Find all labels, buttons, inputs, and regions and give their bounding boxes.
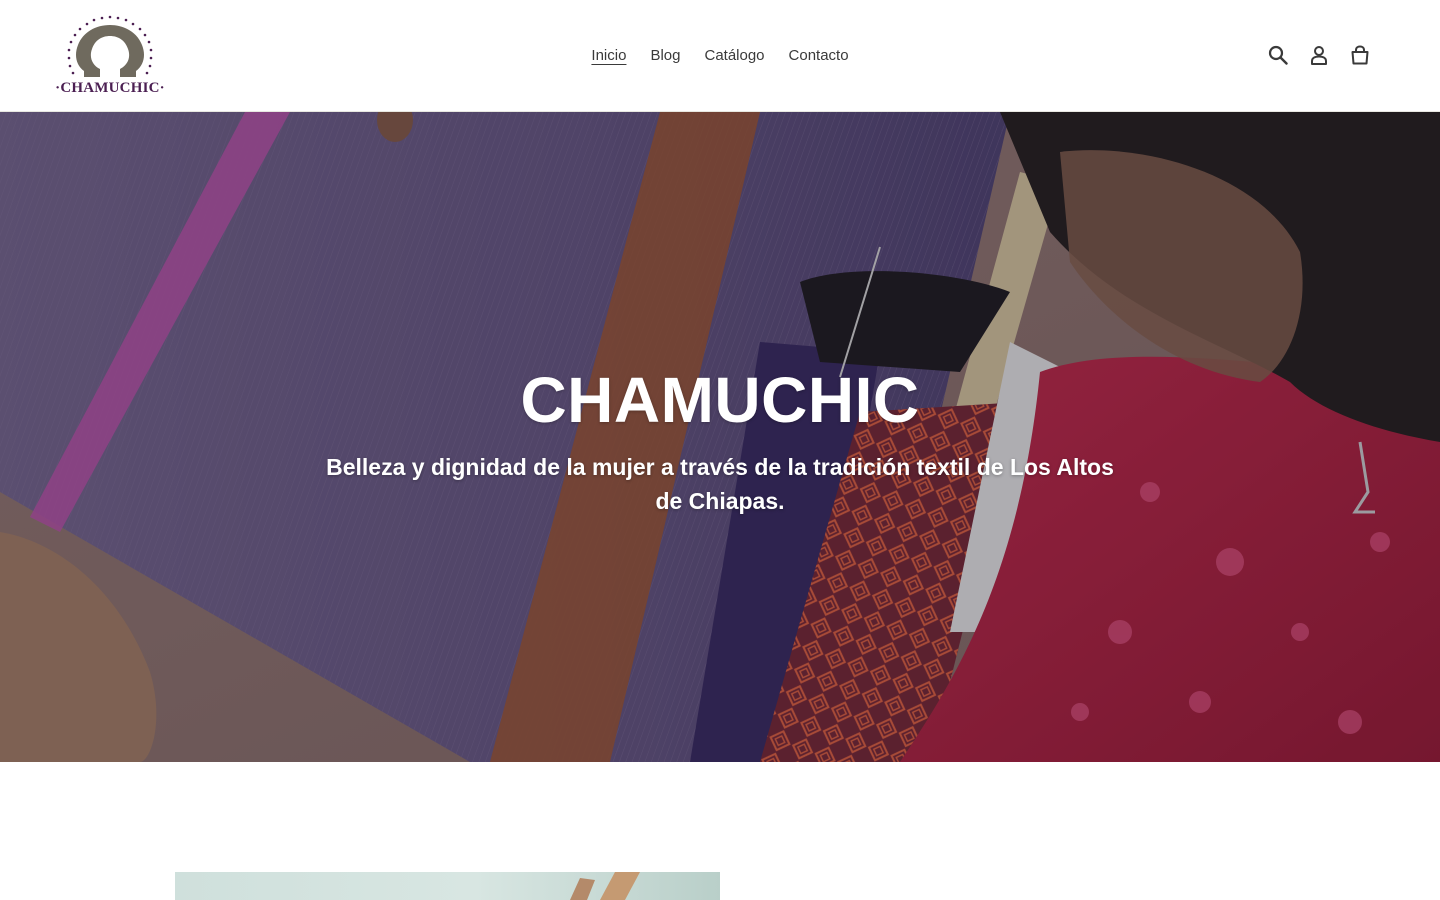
- search-icon: [1268, 45, 1288, 65]
- nav-item-inicio[interactable]: Inicio: [579, 46, 638, 66]
- account-button[interactable]: [1298, 40, 1339, 70]
- account-icon: [1310, 46, 1327, 65]
- nav-item-blog[interactable]: Blog: [638, 46, 692, 66]
- nav-item-label: Inicio: [591, 47, 627, 64]
- cart-icon: [1351, 45, 1368, 65]
- hero-content: CHAMUCHIC Belleza y dignidad de la mujer…: [0, 360, 1440, 518]
- header-icons: [1257, 40, 1380, 70]
- logo-wordmark: ·CHAMUCHIC·: [55, 80, 165, 96]
- search-button[interactable]: [1257, 40, 1298, 70]
- hero-title: CHAMUCHIC: [520, 364, 920, 436]
- cart-button[interactable]: [1339, 40, 1380, 70]
- hero-banner: CHAMUCHIC Belleza y dignidad de la mujer…: [0, 112, 1440, 762]
- nav-item-label: Contacto: [788, 47, 849, 64]
- feature-image-graphic: [570, 872, 640, 900]
- main-nav: Inicio Blog Catálogo Contacto: [0, 0, 1440, 112]
- nav-item-contacto[interactable]: Contacto: [777, 46, 861, 66]
- hero-subtitle: Belleza y dignidad de la mujer a través …: [326, 454, 1114, 514]
- nav-item-catalogo[interactable]: Catálogo: [692, 46, 776, 66]
- brand-logo[interactable]: ·CHAMUCHIC·: [54, 13, 166, 99]
- site-header: ·CHAMUCHIC· Inicio Blog Catálogo Contact…: [0, 0, 1440, 112]
- nav-item-label: Catálogo: [704, 47, 765, 64]
- nav-item-label: Blog: [650, 47, 681, 64]
- feature-image: [175, 872, 720, 900]
- logo-mark: [67, 15, 153, 77]
